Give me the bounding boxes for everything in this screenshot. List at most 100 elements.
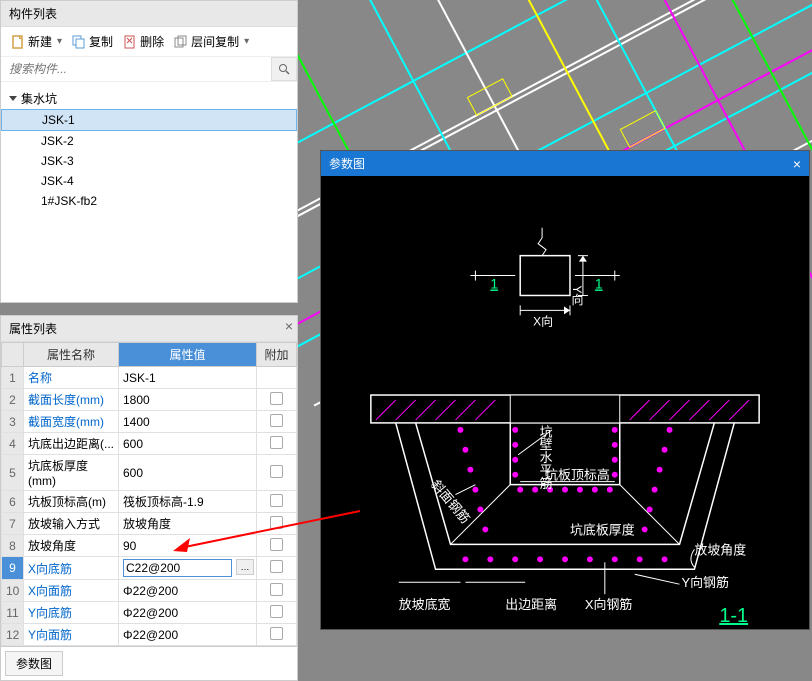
checkbox[interactable] xyxy=(270,436,283,449)
prop-value[interactable]: Φ22@200 xyxy=(119,602,257,624)
table-row[interactable]: 2截面长度(mm)1800 xyxy=(2,389,297,411)
prop-name: 放坡角度 xyxy=(24,535,119,557)
param-close-icon[interactable]: × xyxy=(793,156,801,172)
layer-copy-button[interactable]: 层间复制 ▾ xyxy=(170,31,253,52)
prop-checkbox-cell xyxy=(257,624,297,646)
row-number[interactable]: 10 xyxy=(2,580,24,602)
component-toolbar: 新建 ▾ 复制 删除 层间复制 ▾ xyxy=(1,27,297,57)
table-row[interactable]: 6坑板顶标高(m)筏板顶标高-1.9 xyxy=(2,491,297,513)
copy-label: 复制 xyxy=(89,33,113,50)
param-diagram-button[interactable]: 参数图 xyxy=(5,651,63,676)
table-row[interactable]: 8放坡角度90 xyxy=(2,535,297,557)
row-number[interactable]: 2 xyxy=(2,389,24,411)
tree-root[interactable]: 集水坑 xyxy=(1,88,297,109)
search-button[interactable] xyxy=(271,57,297,81)
checkbox[interactable] xyxy=(270,583,283,596)
prop-value[interactable]: 筏板顶标高-1.9 xyxy=(119,491,257,513)
property-panel: 属性列表 × 属性名称 属性值 附加 1名称JSK-12截面长度(mm)1800… xyxy=(0,315,298,681)
prop-checkbox-cell xyxy=(257,602,297,624)
row-number[interactable]: 9 xyxy=(2,557,24,580)
table-row[interactable]: 1名称JSK-1 xyxy=(2,367,297,389)
row-number[interactable]: 7 xyxy=(2,513,24,535)
prop-checkbox-cell xyxy=(257,367,297,389)
prop-value[interactable]: JSK-1 xyxy=(119,367,257,389)
row-number[interactable]: 12 xyxy=(2,624,24,646)
prop-value[interactable]: 1800 xyxy=(119,389,257,411)
tree-item-jsk2[interactable]: JSK-2 xyxy=(1,131,297,151)
property-panel-title: 属性列表 × xyxy=(1,316,297,342)
table-row[interactable]: 7放坡输入方式放坡角度 xyxy=(2,513,297,535)
prop-name: 截面长度(mm) xyxy=(24,389,119,411)
row-number[interactable]: 5 xyxy=(2,455,24,491)
prop-value[interactable]: 90 xyxy=(119,535,257,557)
tree-item-jsk1[interactable]: JSK-1 xyxy=(1,109,297,131)
param-titlebar[interactable]: 参数图 × xyxy=(321,151,809,176)
checkbox[interactable] xyxy=(270,538,283,551)
dropdown-icon: ▾ xyxy=(244,36,249,47)
param-diagram-content: 1 1 X向 Y向 xyxy=(321,176,809,628)
checkbox[interactable] xyxy=(270,627,283,640)
close-icon[interactable]: × xyxy=(285,318,293,334)
checkbox[interactable] xyxy=(270,560,283,573)
prop-value[interactable]: 放坡角度 xyxy=(119,513,257,535)
layer-copy-label: 层间复制 xyxy=(191,33,239,50)
row-number[interactable]: 11 xyxy=(2,602,24,624)
copy-button[interactable]: 复制 xyxy=(68,31,117,52)
table-row[interactable]: 3截面宽度(mm)1400 xyxy=(2,411,297,433)
new-button[interactable]: 新建 ▾ xyxy=(7,31,66,52)
table-row[interactable]: 11Y向底筋Φ22@200 xyxy=(2,602,297,624)
prop-name: 截面宽度(mm) xyxy=(24,411,119,433)
table-row[interactable]: 9X向底筋… xyxy=(2,557,297,580)
row-number[interactable]: 8 xyxy=(2,535,24,557)
slope-angle-label: 放坡角度 xyxy=(694,542,746,557)
tree-item-jsk4[interactable]: JSK-4 xyxy=(1,171,297,191)
table-row[interactable]: 5坑底板厚度(mm)600 xyxy=(2,455,297,491)
more-button[interactable]: … xyxy=(236,559,254,575)
checkbox[interactable] xyxy=(270,465,283,478)
checkbox[interactable] xyxy=(270,516,283,529)
checkbox[interactable] xyxy=(270,605,283,618)
prop-value[interactable]: 1400 xyxy=(119,411,257,433)
value-input[interactable] xyxy=(123,559,232,577)
plan-label-1-left[interactable]: 1 xyxy=(490,276,498,292)
delete-button[interactable]: 删除 xyxy=(119,31,168,52)
layer-copy-icon xyxy=(174,35,188,49)
delete-label: 删除 xyxy=(140,33,164,50)
prop-value[interactable]: Φ22@200 xyxy=(119,624,257,646)
param-title: 参数图 xyxy=(329,155,365,172)
tree-item-jskfb2[interactable]: 1#JSK-fb2 xyxy=(1,191,297,211)
table-row[interactable]: 4坑底出边距离(...600 xyxy=(2,433,297,455)
plan-label-1-right[interactable]: 1 xyxy=(595,276,603,292)
section-label[interactable]: 1-1 xyxy=(719,605,748,627)
prop-value[interactable]: 600 xyxy=(119,433,257,455)
prop-value[interactable]: 600 xyxy=(119,455,257,491)
prop-value[interactable]: Φ22@200 xyxy=(119,580,257,602)
search-row xyxy=(1,57,297,82)
x-dir-label: X向 xyxy=(533,313,553,328)
col-name[interactable]: 属性名称 xyxy=(24,343,119,367)
row-number[interactable]: 3 xyxy=(2,411,24,433)
table-row[interactable]: 12Y向面筋Φ22@200 xyxy=(2,624,297,646)
checkbox[interactable] xyxy=(270,494,283,507)
dropdown-icon: ▾ xyxy=(57,36,62,47)
col-value[interactable]: 属性值 xyxy=(119,343,257,367)
slope-width-label: 放坡底宽 xyxy=(399,597,451,612)
prop-name: Y向面筋 xyxy=(24,624,119,646)
checkbox[interactable] xyxy=(270,392,283,405)
expand-icon xyxy=(9,96,17,101)
component-list-panel: 构件列表 新建 ▾ 复制 删除 层间复制 ▾ xyxy=(0,0,298,303)
prop-name: Y向底筋 xyxy=(24,602,119,624)
table-row[interactable]: 10X向面筋Φ22@200 xyxy=(2,580,297,602)
col-extra[interactable]: 附加 xyxy=(257,343,297,367)
checkbox[interactable] xyxy=(270,414,283,427)
row-number[interactable]: 1 xyxy=(2,367,24,389)
prop-value[interactable]: … xyxy=(119,557,257,580)
prop-checkbox-cell xyxy=(257,411,297,433)
prop-name: 放坡输入方式 xyxy=(24,513,119,535)
prop-name: 坑板顶标高(m) xyxy=(24,491,119,513)
row-number[interactable]: 6 xyxy=(2,491,24,513)
root-label: 集水坑 xyxy=(21,90,57,107)
row-number[interactable]: 4 xyxy=(2,433,24,455)
search-input[interactable] xyxy=(1,57,271,81)
tree-item-jsk3[interactable]: JSK-3 xyxy=(1,151,297,171)
